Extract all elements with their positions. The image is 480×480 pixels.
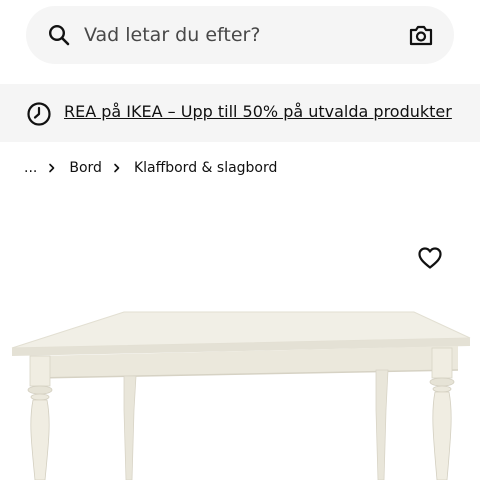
table-leg-back-right xyxy=(375,369,389,480)
table-leg-back-left xyxy=(123,375,137,480)
table-leg-front-left xyxy=(27,355,53,480)
camera-icon[interactable] xyxy=(408,22,434,48)
product-image[interactable] xyxy=(0,300,480,480)
heart-outline-icon[interactable] xyxy=(417,246,443,270)
search-icon[interactable] xyxy=(48,24,70,46)
breadcrumb: ... Bord Klaffbord & slagbord xyxy=(24,156,277,180)
product-page: REA på IKEA – Upp till 50% på utvalda pr… xyxy=(0,0,480,480)
breadcrumb-item-klaffbord[interactable]: Klaffbord & slagbord xyxy=(134,160,277,176)
table-leg-front-right xyxy=(429,347,455,480)
promo-link[interactable]: REA på IKEA – Upp till 50% på utvalda pr… xyxy=(64,84,452,142)
clock-icon xyxy=(27,102,51,126)
breadcrumb-item-bord[interactable]: Bord xyxy=(69,160,102,176)
search-bar[interactable] xyxy=(26,6,454,64)
chevron-right-icon xyxy=(49,163,55,173)
chevron-right-icon xyxy=(114,163,120,173)
search-input[interactable] xyxy=(84,6,384,64)
breadcrumb-item-more[interactable]: ... xyxy=(24,160,37,176)
promo-banner: REA på IKEA – Upp till 50% på utvalda pr… xyxy=(0,84,480,142)
